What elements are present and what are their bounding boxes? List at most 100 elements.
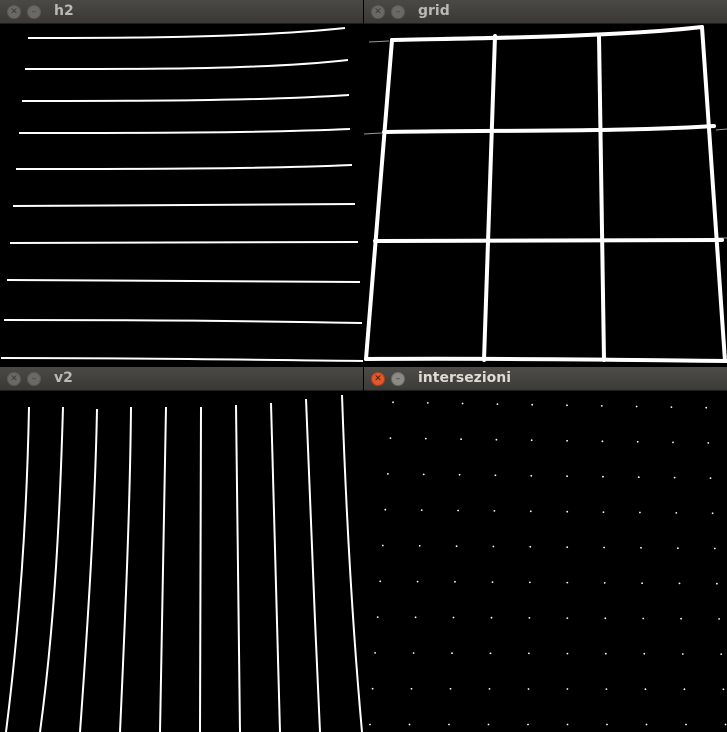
vertical-line xyxy=(5,406,30,732)
intersection-point xyxy=(449,687,452,690)
intersection-point xyxy=(604,652,607,655)
intersection-point xyxy=(455,545,458,548)
intersection-point xyxy=(530,439,533,442)
vertical-line xyxy=(39,406,64,732)
intersection-point xyxy=(454,580,456,583)
grid-vertical-line xyxy=(482,34,497,362)
intersection-point xyxy=(451,652,453,655)
intersection-point xyxy=(412,652,415,654)
grid-vertical-line xyxy=(700,25,727,363)
window-intersezioni[interactable]: ✕ – intersezioni xyxy=(364,367,727,732)
intersection-point xyxy=(685,723,687,726)
intersection-point xyxy=(495,438,498,441)
intersection-point xyxy=(675,512,678,514)
intersection-point xyxy=(384,508,387,511)
window-h2[interactable]: ✕ – h2 xyxy=(0,0,363,366)
intersection-point xyxy=(420,509,423,511)
intersection-point xyxy=(566,404,568,407)
intersection-point xyxy=(461,402,464,405)
intersection-point xyxy=(496,403,499,405)
window-title-v2: v2 xyxy=(54,370,73,386)
minimize-icon[interactable]: – xyxy=(391,5,405,19)
minimize-icon[interactable]: – xyxy=(27,372,41,386)
horizontal-line xyxy=(15,164,353,170)
window-v2[interactable]: ✕ – v2 xyxy=(0,367,363,732)
intersection-point xyxy=(458,473,461,476)
intersection-point xyxy=(369,723,371,726)
intersection-point xyxy=(707,442,710,444)
titlebar-v2[interactable]: ✕ – v2 xyxy=(0,367,363,391)
intersection-point xyxy=(416,580,419,583)
intersection-point xyxy=(566,581,569,584)
intersection-point xyxy=(566,688,569,690)
intersection-point xyxy=(603,582,606,584)
horizontal-lines-image xyxy=(0,27,363,362)
intersection-point xyxy=(683,688,686,691)
intersection-point xyxy=(371,687,374,690)
intersection-point xyxy=(489,652,492,655)
intersection-point xyxy=(527,723,529,726)
intersection-point xyxy=(418,544,421,547)
horizontal-line xyxy=(9,241,359,244)
intersection-point xyxy=(566,617,569,619)
grid-horizontal-line xyxy=(364,356,727,363)
intersection-point xyxy=(606,723,608,726)
intersection-point xyxy=(389,437,392,439)
intersection-points-image xyxy=(369,401,727,726)
intersection-point xyxy=(374,652,376,654)
intersection-point xyxy=(426,402,429,404)
intersection-point xyxy=(680,617,682,620)
intersection-point xyxy=(566,475,568,478)
close-icon[interactable]: ✕ xyxy=(7,5,21,19)
horizontal-line xyxy=(27,27,346,39)
intersection-point xyxy=(602,511,605,513)
intersection-point xyxy=(492,545,495,548)
intersection-point xyxy=(602,475,604,478)
intersection-point xyxy=(490,616,493,619)
intersection-point xyxy=(566,510,569,513)
intersection-point xyxy=(408,723,411,726)
vertical-line xyxy=(79,408,98,732)
intersection-point xyxy=(713,547,716,550)
vertical-line xyxy=(199,406,202,732)
intersection-point xyxy=(673,476,676,479)
intersection-point xyxy=(640,546,642,549)
intersection-point xyxy=(566,652,569,655)
intersection-point xyxy=(452,616,455,619)
intersection-point xyxy=(670,406,673,408)
window-grid[interactable]: ✕ – grid xyxy=(364,0,727,366)
intersection-point xyxy=(709,477,712,479)
minimize-icon[interactable]: – xyxy=(27,5,41,19)
intersection-point xyxy=(529,510,532,513)
titlebar-h2[interactable]: ✕ – h2 xyxy=(0,0,363,24)
intersection-point xyxy=(376,616,379,618)
titlebar-intersezioni[interactable]: ✕ – intersezioni xyxy=(364,367,727,391)
close-icon[interactable]: ✕ xyxy=(371,5,385,19)
window-title-h2: h2 xyxy=(54,3,74,19)
intersection-point xyxy=(488,688,491,690)
intersection-point xyxy=(643,652,646,655)
intersection-point xyxy=(711,512,714,515)
intersection-point xyxy=(531,403,534,406)
horizontal-line xyxy=(6,279,361,283)
intersection-point xyxy=(528,617,531,619)
intersection-point xyxy=(637,476,640,479)
intersection-point xyxy=(642,617,645,620)
intersection-point xyxy=(387,473,389,475)
intersection-point xyxy=(636,440,639,443)
intersection-point xyxy=(724,723,727,726)
intersection-point xyxy=(718,618,720,620)
intersection-point xyxy=(678,582,681,585)
intersection-point xyxy=(457,509,459,512)
grid-horizontal-line xyxy=(382,124,716,134)
horizontal-line xyxy=(3,319,363,324)
horizontal-line xyxy=(21,94,350,102)
intersection-point xyxy=(491,581,494,583)
minimize-icon[interactable]: – xyxy=(391,372,405,386)
close-icon[interactable]: ✕ xyxy=(371,372,385,386)
intersection-point xyxy=(604,617,607,620)
image-v2 xyxy=(0,391,363,732)
vertical-line xyxy=(235,404,241,732)
titlebar-grid[interactable]: ✕ – grid xyxy=(364,0,727,24)
close-icon[interactable]: ✕ xyxy=(7,372,21,386)
